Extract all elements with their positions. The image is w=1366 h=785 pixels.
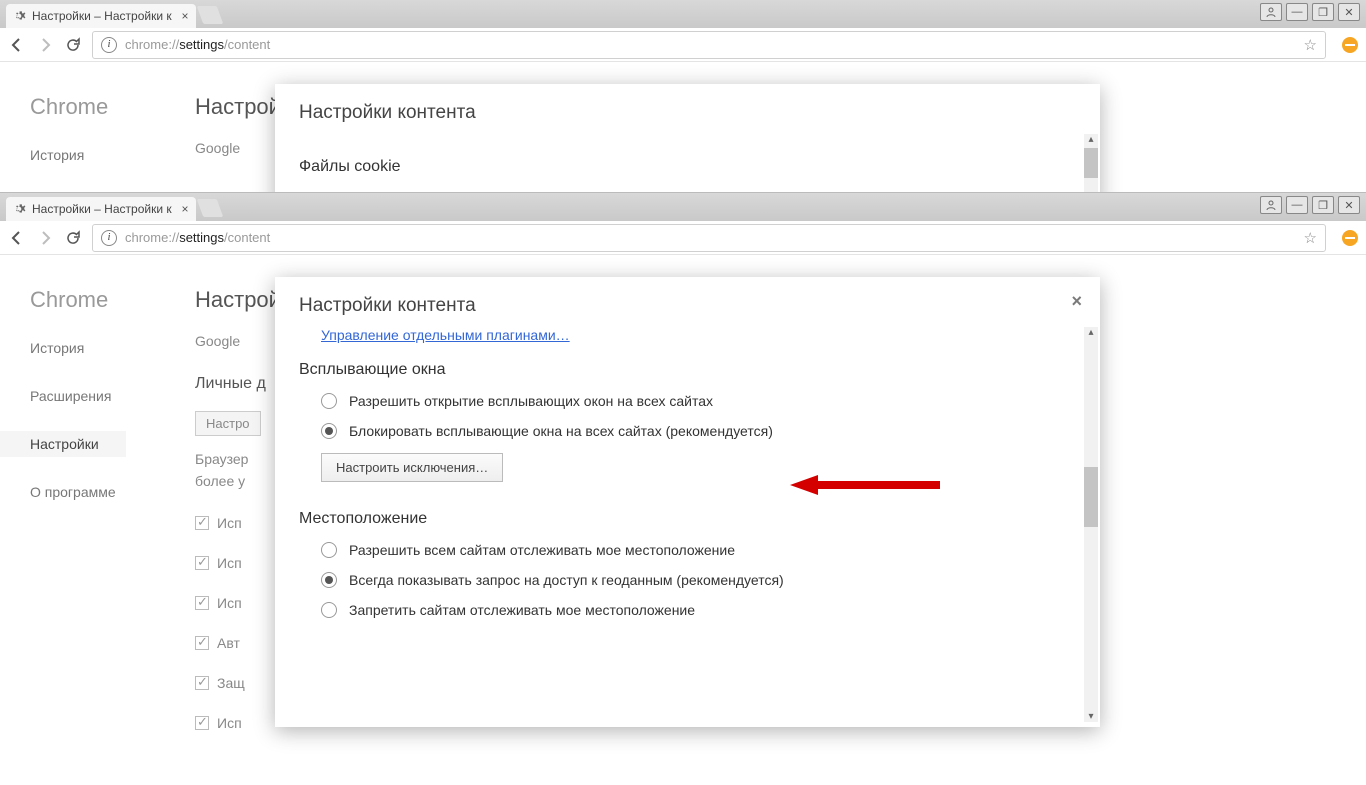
close-window-icon[interactable]: ✕ [1338,3,1360,21]
modal-title: Настройки контента [275,84,1100,134]
location-allow-option[interactable]: Разрешить всем сайтам отслеживать мое ме… [321,542,1076,558]
user-icon[interactable] [1260,3,1282,21]
bg-checkbox[interactable] [195,596,209,610]
titlebar: Настройки – Настройки к × — ❐ ✕ [0,0,1366,28]
reload-button[interactable] [64,229,82,247]
toolbar: i chrome://settings/content ☆ [0,28,1366,62]
browser-tab[interactable]: Настройки – Настройки к × [6,197,196,221]
radio-icon [321,602,337,618]
bg-checkbox[interactable] [195,636,209,650]
bg-google: Google [195,140,240,156]
restore-icon[interactable]: ❐ [1312,3,1334,21]
location-ask-option[interactable]: Всегда показывать запрос на доступ к гео… [321,572,1076,588]
close-modal-icon[interactable]: × [1071,291,1082,312]
extension-icon[interactable] [1342,230,1358,246]
bg-checkbox[interactable] [195,676,209,690]
browser-tab[interactable]: Настройки – Настройки к × [6,4,196,28]
close-tab-icon[interactable]: × [180,202,190,216]
bookmark-star-icon[interactable]: ☆ [1304,229,1317,247]
scroll-up-icon[interactable]: ▴ [1082,134,1100,145]
sidebar-item-history[interactable]: История [30,142,94,168]
back-button[interactable] [8,36,26,54]
sidebar-item-extensions[interactable]: Расширения [30,383,126,409]
brand-label: Chrome [30,287,108,313]
popups-section-title: Всплывающие окна [299,361,1076,379]
titlebar: Настройки – Настройки к × — ❐ ✕ [0,193,1366,221]
toolbar: i chrome://settings/content ☆ [0,221,1366,255]
forward-button[interactable] [36,36,54,54]
manage-plugins-link[interactable]: Управление отдельными плагинами… [321,327,570,343]
page-title: Настрой [195,287,281,313]
sidebar-item-about[interactable]: О программе [30,479,126,505]
reload-button[interactable] [64,36,82,54]
minimize-icon[interactable]: — [1286,3,1308,21]
bg-checkbox[interactable] [195,516,209,530]
content-settings-modal: Настройки контента × ▴ ▾ Управление отде… [275,277,1100,727]
scroll-down-icon[interactable]: ▾ [1082,711,1100,722]
site-info-icon[interactable]: i [101,230,117,246]
radio-icon [321,393,337,409]
bg-browsers: Браузер [195,451,248,467]
popups-block-option[interactable]: Блокировать всплывающие окна на всех сай… [321,423,1076,439]
sidebar-item-history[interactable]: История [30,335,126,361]
back-button[interactable] [8,229,26,247]
new-tab-button[interactable] [197,199,224,217]
bg-personal: Личные д [195,375,266,393]
radio-icon [321,423,337,439]
cookies-section-title: Файлы cookie [299,158,1076,176]
exceptions-button[interactable]: Настроить исключения… [321,453,503,482]
bookmark-star-icon[interactable]: ☆ [1304,36,1317,54]
scroll-up-icon[interactable]: ▴ [1082,327,1100,338]
forward-button[interactable] [36,229,54,247]
extension-icon[interactable] [1342,37,1358,53]
content-settings-modal: Настройки контента ▴ Файлы cookie [275,84,1100,192]
user-icon[interactable] [1260,196,1282,214]
tab-title: Настройки – Настройки к [32,202,180,216]
bg-checkbox[interactable] [195,556,209,570]
address-bar[interactable]: i chrome://settings/content ☆ [92,31,1326,59]
sidebar: История Расширения Настройки О программе [30,335,126,527]
sidebar-item-settings[interactable]: Настройки [0,431,126,457]
location-section-title: Местоположение [299,510,1076,528]
gear-icon [12,9,26,23]
close-window-icon[interactable]: ✕ [1338,196,1360,214]
address-bar[interactable]: i chrome://settings/content ☆ [92,224,1326,252]
minimize-icon[interactable]: — [1286,196,1308,214]
scrollbar-thumb[interactable] [1084,148,1098,178]
page-title: Настрой [195,94,281,120]
restore-icon[interactable]: ❐ [1312,196,1334,214]
close-tab-icon[interactable]: × [180,9,190,23]
scrollbar-thumb[interactable] [1084,467,1098,527]
new-tab-button[interactable] [197,6,224,24]
site-info-icon[interactable]: i [101,37,117,53]
popups-allow-option[interactable]: Разрешить открытие всплывающих окон на в… [321,393,1076,409]
radio-icon [321,542,337,558]
sidebar: История [30,142,94,190]
bg-google: Google [195,333,240,349]
location-deny-option[interactable]: Запретить сайтам отслеживать мое местопо… [321,602,1076,618]
bg-button[interactable]: Настро [195,411,261,436]
gear-icon [12,202,26,216]
modal-title: Настройки контента × [275,277,1100,327]
radio-icon [321,572,337,588]
bg-more: более у [195,473,245,489]
tab-title: Настройки – Настройки к [32,9,180,23]
brand-label: Chrome [30,94,108,120]
